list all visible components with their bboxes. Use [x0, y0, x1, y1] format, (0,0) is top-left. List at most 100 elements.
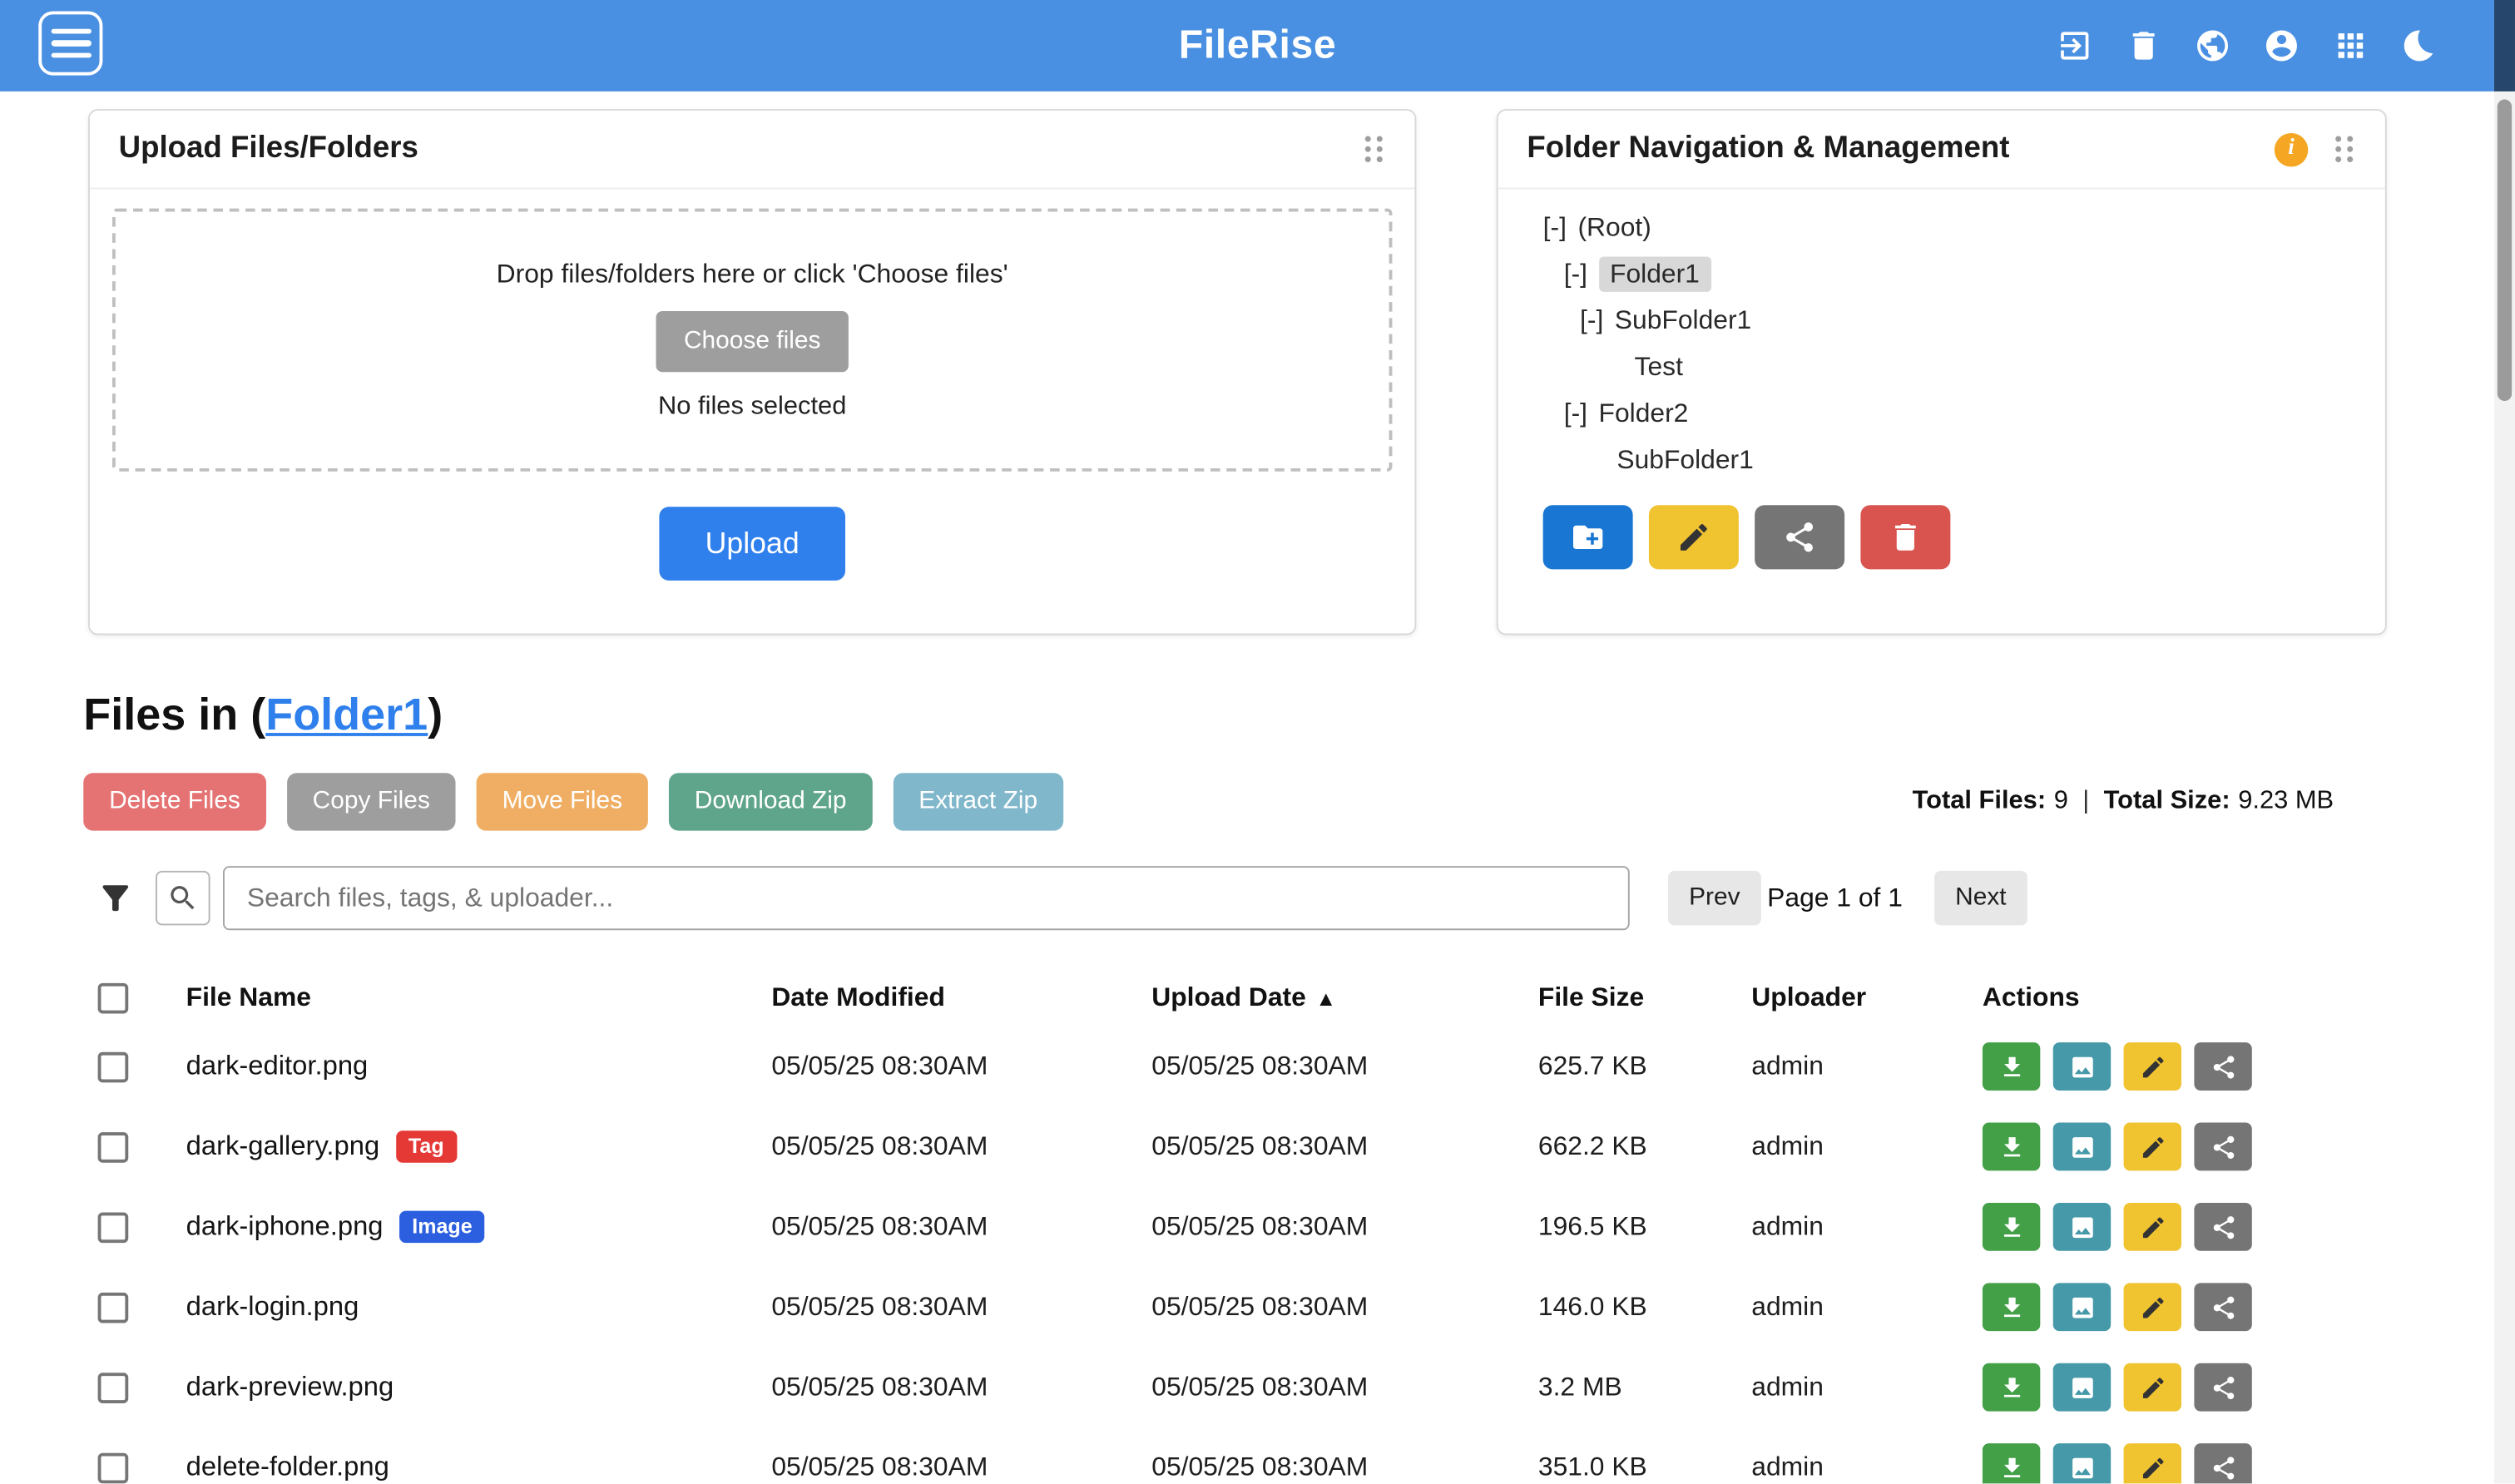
create-folder-button[interactable] [1543, 505, 1633, 569]
dark-mode-icon[interactable] [2399, 27, 2438, 65]
folder-link[interactable]: Folder1 [265, 690, 428, 740]
scrollbar-thumb[interactable] [2498, 100, 2512, 401]
search-input[interactable] [223, 866, 1630, 930]
sort-ascending-icon: ▲ [1315, 986, 1336, 1010]
folder-actions [1543, 505, 2385, 569]
download-button[interactable] [1983, 1203, 2040, 1251]
file-name[interactable]: dark-gallery.png [186, 1130, 380, 1163]
next-page-button[interactable]: Next [1934, 871, 2027, 926]
upload-card: Upload Files/Folders Drop files/folders … [88, 109, 1416, 635]
tree-toggle[interactable]: [-] [1564, 260, 1587, 289]
column-file-name[interactable]: File Name [186, 982, 772, 1013]
row-checkbox[interactable] [98, 1372, 129, 1402]
logout-icon[interactable] [2055, 27, 2093, 65]
preview-image-button[interactable] [2053, 1203, 2111, 1251]
tree-label[interactable]: SubFolder1 [1615, 306, 1751, 335]
info-icon[interactable]: i [2275, 132, 2308, 166]
tree-label[interactable]: Folder1 [1599, 256, 1711, 291]
row-checkbox[interactable] [98, 1452, 129, 1483]
file-name[interactable]: dark-login.png [186, 1291, 359, 1323]
drag-handle-icon[interactable] [2332, 133, 2356, 166]
copy-files-button[interactable]: Copy Files [287, 773, 456, 830]
dropzone[interactable]: Drop files/folders here or click 'Choose… [112, 209, 1392, 472]
delete-folder-button[interactable] [1860, 505, 1950, 569]
delete-files-button[interactable]: Delete Files [83, 773, 265, 830]
download-button[interactable] [1983, 1123, 2040, 1171]
share-file-button[interactable] [2194, 1203, 2251, 1251]
preview-image-button[interactable] [2053, 1283, 2111, 1331]
globe-icon[interactable] [2192, 27, 2230, 65]
share-file-button[interactable] [2194, 1123, 2251, 1171]
row-actions [1983, 1042, 2390, 1091]
tree-item-test[interactable]: Test [1543, 345, 2385, 392]
select-all-checkbox[interactable] [98, 982, 129, 1013]
filter-icon[interactable] [97, 879, 135, 918]
row-actions [1983, 1363, 2390, 1412]
download-button[interactable] [1983, 1363, 2040, 1412]
file-name[interactable]: dark-editor.png [186, 1051, 369, 1083]
folder-tree: [-] (Root) [-] Folder1 [-] SubFolder1 Test [-] F… [1498, 189, 2385, 484]
edit-file-button[interactable] [2124, 1363, 2181, 1412]
file-name[interactable]: dark-iphone.png [186, 1211, 384, 1244]
preview-image-button[interactable] [2053, 1363, 2111, 1412]
download-button[interactable] [1983, 1042, 2040, 1091]
extract-zip-button[interactable]: Extract Zip [893, 773, 1063, 830]
preview-image-button[interactable] [2053, 1042, 2111, 1091]
edit-file-button[interactable] [2124, 1042, 2181, 1091]
total-files-value: 9 [2054, 788, 2068, 815]
edit-file-button[interactable] [2124, 1203, 2181, 1251]
tree-item-root[interactable]: [-] (Root) [1543, 205, 2385, 252]
edit-file-button[interactable] [2124, 1283, 2181, 1331]
row-checkbox[interactable] [98, 1292, 129, 1323]
download-button[interactable] [1983, 1283, 2040, 1331]
tree-item-folder2[interactable]: [-] Folder2 [1543, 391, 2385, 438]
tree-item-subfolder1[interactable]: [-] SubFolder1 [1543, 299, 2385, 345]
page-indicator: Page 1 of 1 [1758, 871, 1912, 926]
tree-item-subfolder1[interactable]: SubFolder1 [1543, 438, 2385, 484]
preview-image-button[interactable] [2053, 1123, 2111, 1171]
tree-label[interactable]: SubFolder1 [1616, 446, 1753, 475]
row-actions [1983, 1123, 2390, 1171]
choose-files-button[interactable]: Choose files [656, 310, 848, 371]
search-button[interactable] [156, 871, 210, 926]
edit-file-button[interactable] [2124, 1123, 2181, 1171]
scrollbar[interactable] [2494, 0, 2515, 1483]
tree-label[interactable]: (Root) [1577, 213, 1651, 242]
tree-label[interactable]: Test [1635, 353, 1683, 382]
file-name[interactable]: dark-preview.png [186, 1371, 394, 1403]
share-file-button[interactable] [2194, 1283, 2251, 1331]
tree-label[interactable]: Folder2 [1599, 399, 1689, 428]
column-upload-date[interactable]: Upload Date▲ [1151, 982, 1538, 1013]
row-checkbox[interactable] [98, 1131, 129, 1162]
share-file-button[interactable] [2194, 1443, 2251, 1483]
column-file-size[interactable]: File Size [1538, 982, 1751, 1013]
drag-handle-icon[interactable] [1362, 133, 1386, 166]
tree-toggle[interactable]: [-] [1580, 306, 1603, 335]
upload-date: 05/05/25 08:30AM [1151, 1131, 1538, 1162]
table-row: dark-preview.png05/05/25 08:30AM05/05/25… [83, 1347, 2389, 1427]
row-checkbox[interactable] [98, 1212, 129, 1243]
move-files-button[interactable]: Move Files [477, 773, 648, 830]
share-folder-button[interactable] [1755, 505, 1844, 569]
download-zip-button[interactable]: Download Zip [669, 773, 872, 830]
apps-grid-icon[interactable] [2330, 27, 2369, 65]
prev-page-button[interactable]: Prev [1668, 871, 1761, 926]
column-date-modified[interactable]: Date Modified [771, 982, 1151, 1013]
file-name[interactable]: delete-folder.png [186, 1452, 389, 1484]
row-checkbox[interactable] [98, 1051, 129, 1082]
edit-file-button[interactable] [2124, 1443, 2181, 1483]
column-uploader[interactable]: Uploader [1751, 982, 1983, 1013]
trash-icon[interactable] [2124, 27, 2162, 65]
date-modified: 05/05/25 08:30AM [771, 1051, 1151, 1082]
date-modified: 05/05/25 08:30AM [771, 1292, 1151, 1323]
share-file-button[interactable] [2194, 1363, 2251, 1412]
download-button[interactable] [1983, 1443, 2040, 1483]
rename-folder-button[interactable] [1649, 505, 1739, 569]
account-icon[interactable] [2261, 27, 2300, 65]
tree-item-folder1[interactable]: [-] Folder1 [1543, 252, 2385, 299]
upload-button[interactable]: Upload [659, 507, 846, 581]
preview-image-button[interactable] [2053, 1443, 2111, 1483]
tree-toggle[interactable]: [-] [1543, 213, 1567, 242]
share-file-button[interactable] [2194, 1042, 2251, 1091]
tree-toggle[interactable]: [-] [1564, 399, 1587, 428]
